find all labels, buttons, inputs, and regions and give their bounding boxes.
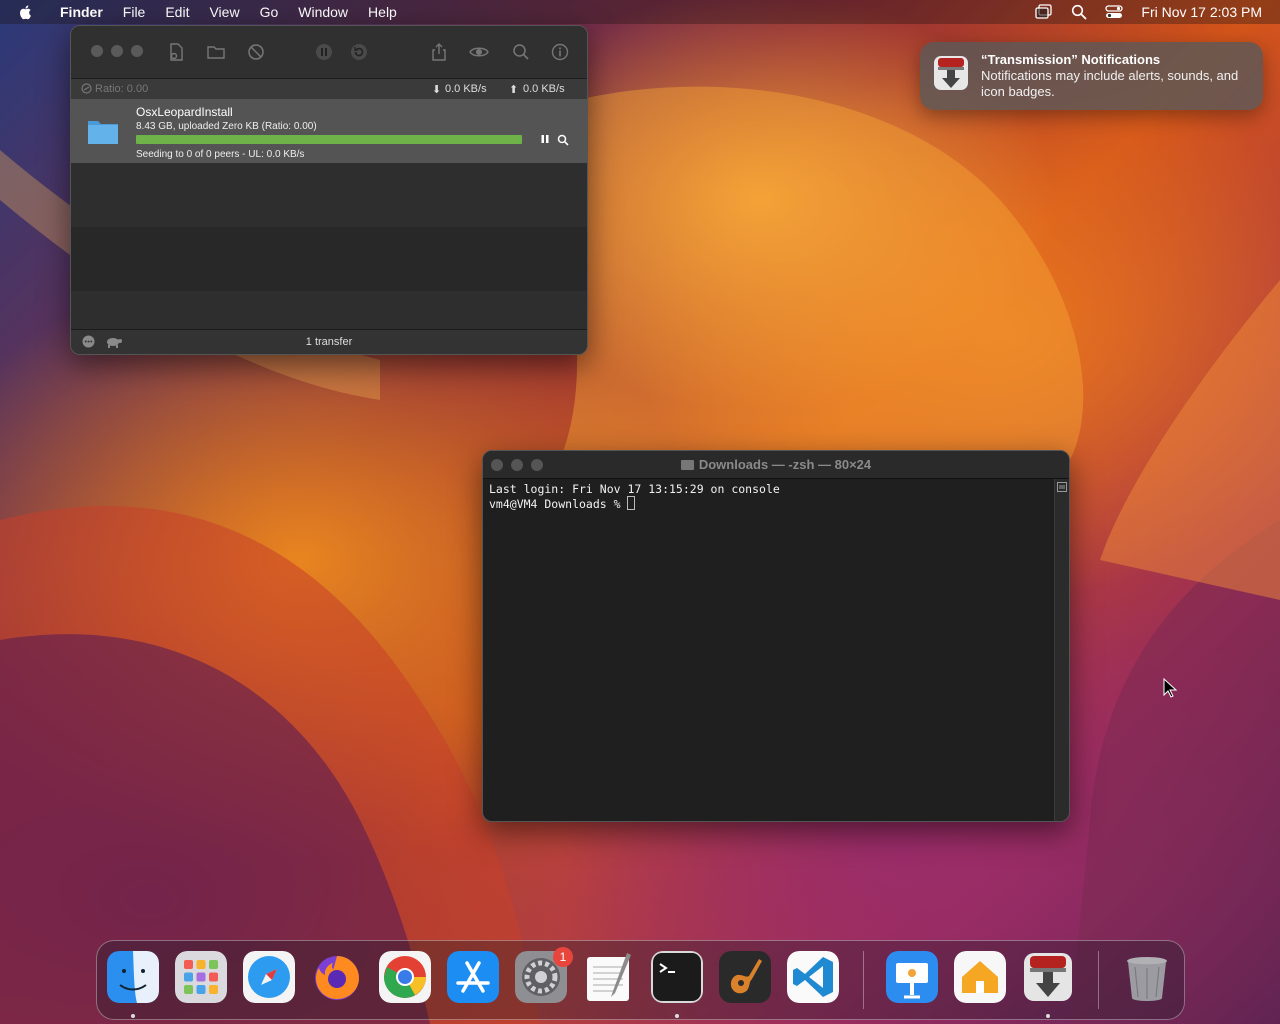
terminal-icon[interactable]: [651, 951, 703, 1003]
system-settings-badge: 1: [553, 947, 573, 967]
resume-all-icon[interactable]: [349, 42, 369, 62]
upload-rate: 0.0 KB/s: [523, 83, 565, 95]
apple-menu-icon[interactable]: [18, 4, 34, 20]
terminal-window: Downloads — -zsh — 80×24 Last login: Fri…: [482, 450, 1070, 822]
dock: 1: [96, 940, 1185, 1020]
finder-running-indicator: [131, 1014, 135, 1018]
menu-help[interactable]: Help: [358, 4, 407, 20]
quick-look-icon[interactable]: [469, 42, 489, 62]
transmission-window: Ratio: 0.00 ⬇ 0.0 KB/s ⬆ 0.0 KB/s OsxLeo…: [70, 25, 588, 355]
zoom-window-button[interactable]: [131, 45, 143, 57]
chrome-icon[interactable]: [379, 951, 431, 1003]
menu-window[interactable]: Window: [288, 4, 358, 20]
dock-separator: [1098, 951, 1099, 1009]
pause-all-icon[interactable]: [314, 42, 334, 62]
open-folder-icon[interactable]: [206, 42, 226, 62]
open-torrent-file-icon[interactable]: [166, 42, 186, 62]
transmission-icon[interactable]: [1022, 951, 1074, 1003]
upload-arrow-icon: ⬆: [509, 84, 519, 96]
notification-banner[interactable]: “Transmission” Notifications Notificatio…: [920, 42, 1263, 110]
home-icon[interactable]: [954, 951, 1006, 1003]
menu-view[interactable]: View: [199, 4, 249, 20]
terminal-last-login: Last login: Fri Nov 17 13:15:29 on conso…: [489, 482, 780, 496]
dock-separator: [863, 951, 864, 1009]
firefox-icon[interactable]: [311, 951, 363, 1003]
torrent-info: 8.43 GB, uploaded Zero KB (Ratio: 0.00): [136, 121, 317, 132]
safari-icon[interactable]: [243, 951, 295, 1003]
textedit-icon[interactable]: [583, 951, 635, 1003]
menubar-clock[interactable]: Fri Nov 17 2:03 PM: [1141, 4, 1262, 20]
terminal-cursor: [627, 496, 636, 510]
folder-icon: [88, 121, 118, 144]
download-rate: 0.0 KB/s: [445, 83, 487, 95]
torrent-progress-bar: [136, 135, 522, 144]
menu-app-name[interactable]: Finder: [50, 4, 113, 20]
keynote-icon[interactable]: [886, 951, 938, 1003]
folder-icon: [680, 460, 694, 470]
menu-go[interactable]: Go: [250, 4, 289, 20]
transmission-bottom-bar: 1 transfer: [71, 329, 587, 354]
ratio-label[interactable]: Ratio: 0.00: [95, 83, 148, 95]
menu-file[interactable]: File: [113, 4, 156, 20]
close-window-button[interactable]: [91, 45, 103, 57]
transmission-toolbar: [71, 26, 587, 79]
empty-row: [71, 163, 587, 227]
terminal-running-indicator: [675, 1014, 679, 1018]
mouse-pointer-icon: [1163, 678, 1177, 698]
transfer-count: 1 transfer: [305, 336, 353, 348]
inspector-info-icon[interactable]: [550, 42, 570, 62]
launchpad-icon[interactable]: [175, 951, 227, 1003]
screen-mirroring-icon[interactable]: [1035, 4, 1053, 20]
reveal-in-finder-icon[interactable]: [557, 134, 569, 146]
transmission-status-bar: Ratio: 0.00 ⬇ 0.0 KB/s ⬆ 0.0 KB/s: [71, 79, 587, 100]
terminal-titlebar: Downloads — -zsh — 80×24: [483, 451, 1069, 479]
torrent-status: Seeding to 0 of 0 peers - UL: 0.0 KB/s: [136, 149, 305, 160]
notification-body: Notifications may include alerts, sounds…: [981, 68, 1239, 99]
terminal-prompt: vm4@VM4 Downloads %: [489, 497, 628, 511]
spotlight-search-icon[interactable]: [1071, 4, 1087, 20]
ratio-icon[interactable]: [81, 83, 92, 94]
terminal-scrollbar[interactable]: [1054, 479, 1069, 821]
vscode-icon[interactable]: [787, 951, 839, 1003]
share-icon[interactable]: [429, 42, 449, 62]
split-pane-icon[interactable]: [1057, 482, 1067, 492]
remove-torrent-icon[interactable]: [246, 42, 266, 62]
pause-torrent-icon[interactable]: [540, 134, 550, 144]
minimize-window-button[interactable]: [111, 45, 123, 57]
transmission-running-indicator: [1046, 1014, 1050, 1018]
empty-row: [71, 227, 587, 291]
transmission-app-icon: [934, 56, 968, 90]
torrent-row[interactable]: OsxLeopardInstall 8.43 GB, uploaded Zero…: [71, 99, 587, 163]
menu-edit[interactable]: Edit: [155, 4, 199, 20]
terminal-title-text: Downloads — -zsh — 80×24: [698, 457, 872, 472]
notification-title: “Transmission” Notifications: [981, 52, 1161, 67]
app-store-icon[interactable]: [447, 951, 499, 1003]
finder-icon[interactable]: [107, 951, 159, 1003]
control-center-icon[interactable]: [1105, 4, 1124, 20]
trash-icon[interactable]: [1121, 951, 1173, 1003]
terminal-title: Downloads — -zsh — 80×24: [483, 457, 1069, 472]
filter-search-icon[interactable]: [511, 42, 531, 62]
torrent-name: OsxLeopardInstall: [136, 105, 233, 119]
garageband-icon[interactable]: [719, 951, 771, 1003]
menu-bar: Finder File Edit View Go Window Help Fri…: [0, 0, 1280, 24]
terminal-output[interactable]: Last login: Fri Nov 17 13:15:29 on conso…: [489, 482, 780, 511]
empty-row: [71, 291, 587, 329]
download-arrow-icon: ⬇: [432, 84, 442, 96]
